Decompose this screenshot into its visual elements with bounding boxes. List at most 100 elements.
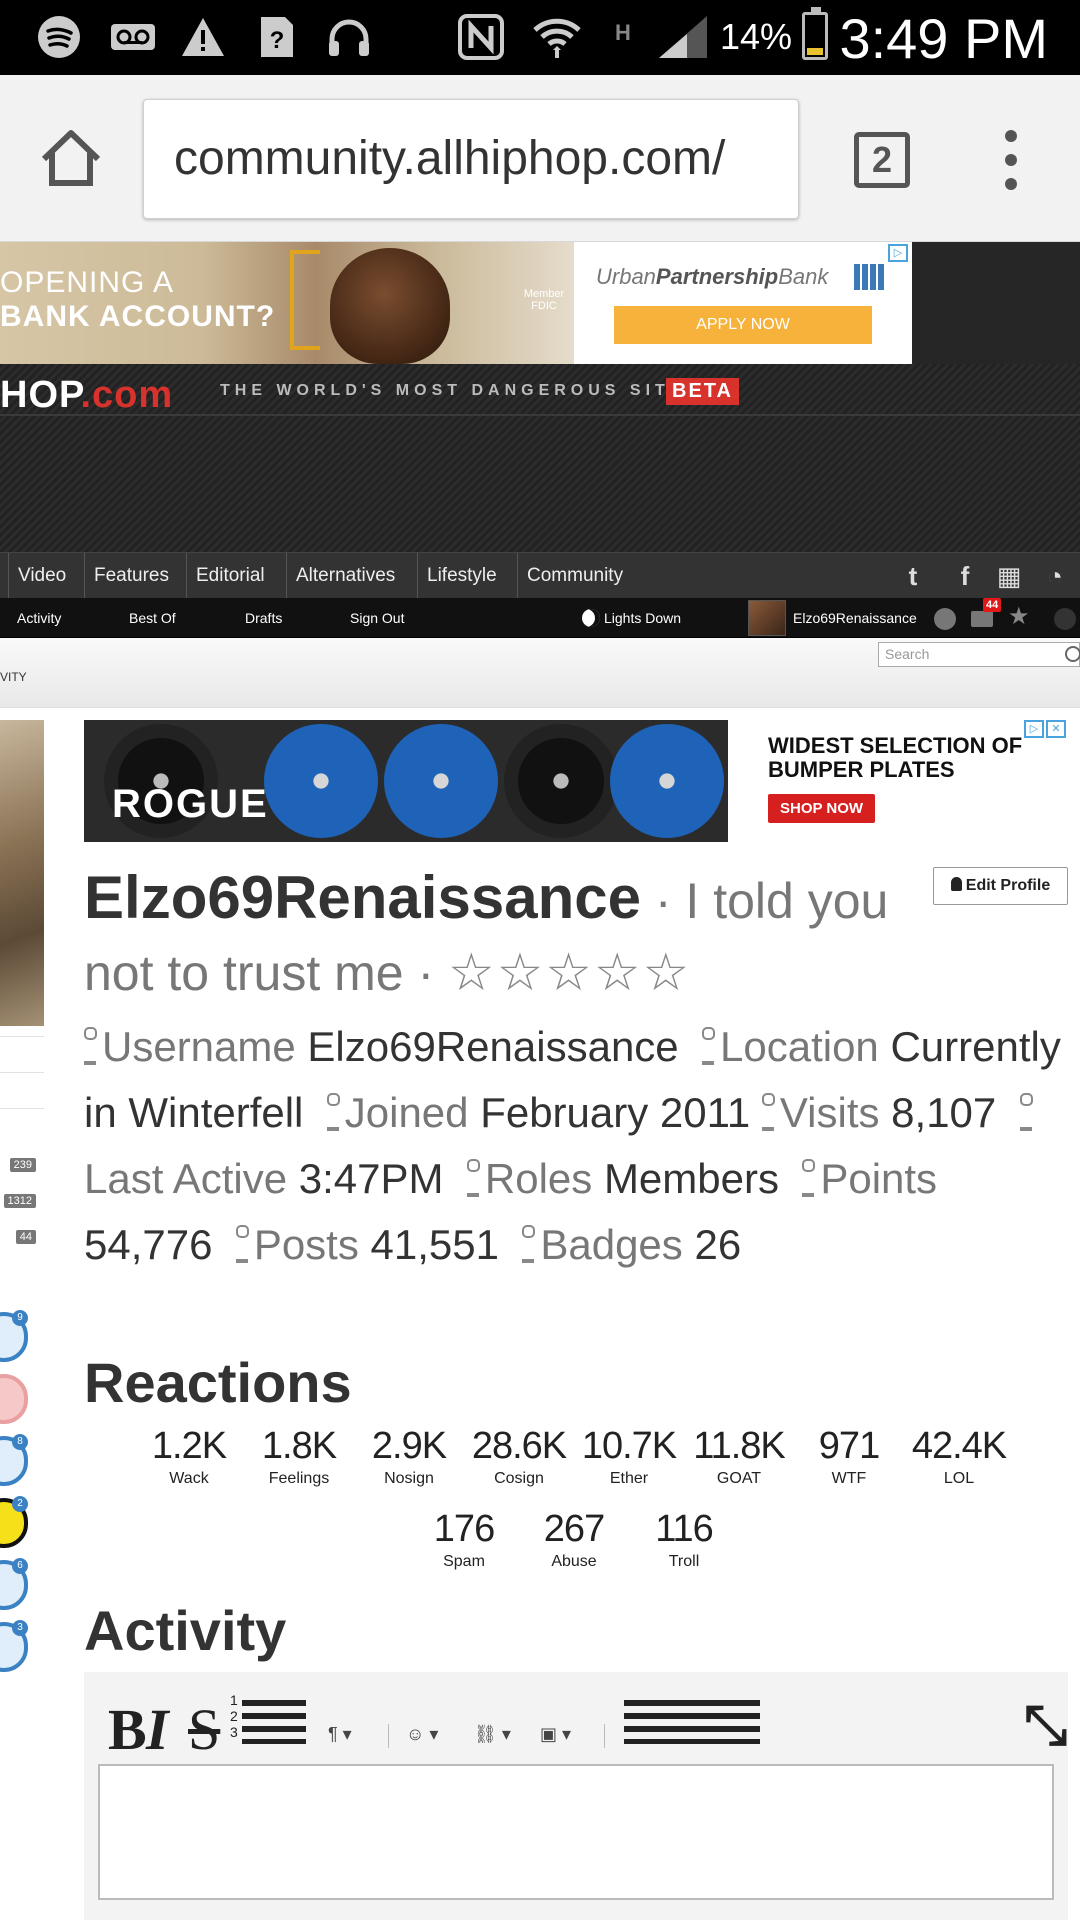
visits-icon xyxy=(761,1091,776,1131)
nav-community[interactable]: Community xyxy=(517,553,632,599)
points-label: Points xyxy=(820,1155,938,1202)
reactions-list: 1.2K Wack 1.8K Feelings 2.9K Nosign 28.6K Cosig… xyxy=(84,1425,1064,1591)
close-ad-icon[interactable]: ✕ xyxy=(1046,720,1066,738)
edit-profile-button[interactable]: Edit Profile xyxy=(933,867,1068,905)
bulleted-list-icon[interactable] xyxy=(242,1700,306,1744)
expand-icon[interactable]: ⤡ xyxy=(1024,1694,1067,1757)
reaction-label: LOL xyxy=(943,1470,975,1487)
search-input[interactable]: Search xyxy=(878,642,1080,667)
reaction-count: 971 xyxy=(818,1425,880,1467)
h-network-icon: H xyxy=(615,20,631,45)
nav-editorial[interactable]: Editorial xyxy=(186,553,274,599)
badge-icon[interactable]: 3 xyxy=(0,1620,28,1672)
bank-ad-banner[interactable]: OPENING A BANK ACCOUNT? Member FDIC Urba… xyxy=(0,242,1080,364)
search-icon[interactable] xyxy=(1065,646,1080,662)
reaction-wack[interactable]: 1.2K Wack xyxy=(134,1425,244,1488)
bank-ad-panel: UrbanPartnershipBank APPLY NOW xyxy=(574,242,912,364)
emoji-icon[interactable]: ☺ ▾ xyxy=(406,1724,438,1745)
url-bar[interactable]: community.allhiphop.com/ xyxy=(143,99,799,219)
subnav-username[interactable]: Elzo69Renaissance xyxy=(793,598,917,638)
badge-icon[interactable]: 9 xyxy=(0,1310,28,1362)
reaction-label: Wack xyxy=(169,1470,209,1487)
align-icon[interactable] xyxy=(624,1700,760,1744)
clock: 3:49 PM xyxy=(839,7,1048,70)
toolbar-divider xyxy=(388,1724,389,1748)
site-logo[interactable]: HOP.com xyxy=(0,374,173,417)
shop-now-button[interactable]: SHOP NOW xyxy=(768,794,876,823)
subnav-drafts[interactable]: Drafts xyxy=(245,598,282,638)
location-icon xyxy=(702,1025,716,1065)
roles-value: Members xyxy=(603,1155,779,1202)
badge-icon[interactable]: 6 xyxy=(0,1558,28,1610)
reaction-cosign[interactable]: 28.6K Cosign xyxy=(464,1425,574,1488)
reaction-troll[interactable]: 116 Troll xyxy=(629,1508,739,1571)
home-icon[interactable] xyxy=(38,125,104,191)
headphones-icon xyxy=(326,14,372,60)
reaction-label: WTF xyxy=(831,1470,867,1487)
badge-icon[interactable]: 8 xyxy=(0,1434,28,1486)
badge-icon[interactable] xyxy=(0,1374,28,1424)
ad-headline-line1: OPENING A xyxy=(0,266,175,299)
nav-features[interactable]: Features xyxy=(84,553,178,599)
subnav-best-of[interactable]: Best Of xyxy=(129,598,176,638)
reaction-goat[interactable]: 11.8K GOAT xyxy=(684,1425,794,1488)
adchoices-icon[interactable]: ▷ xyxy=(888,244,908,262)
rogue-ad-banner[interactable]: ROGUE WIDEST SELECTION OF BUMPER PLATES S… xyxy=(84,720,1068,842)
gear-icon[interactable] xyxy=(1054,608,1076,630)
strikethrough-button[interactable]: S xyxy=(188,1696,220,1763)
reaction-wtf[interactable]: 971 WTF xyxy=(794,1425,904,1488)
facebook-icon[interactable]: f xyxy=(950,561,980,591)
badge-icon[interactable]: 2 xyxy=(0,1496,28,1548)
reaction-feelings[interactable]: 1.8K Feelings xyxy=(244,1425,354,1488)
main-nav: Video Features Editorial Alternatives Li… xyxy=(0,552,1080,599)
link-icon[interactable]: ⛓ ▾ xyxy=(474,1724,511,1745)
myspace-icon[interactable]: ▦ xyxy=(994,561,1024,591)
reaction-nosign[interactable]: 2.9K Nosign xyxy=(354,1425,464,1488)
reaction-lol[interactable]: 42.4K LOL xyxy=(904,1425,1014,1488)
plate-image xyxy=(504,724,618,838)
reaction-count: 116 xyxy=(655,1508,714,1550)
image-icon[interactable]: ▣ ▾ xyxy=(540,1724,571,1745)
nav-lifestyle[interactable]: Lifestyle xyxy=(417,553,506,599)
rss-icon[interactable]: ◔ xyxy=(1040,561,1070,591)
nav-video[interactable]: Video xyxy=(8,553,75,599)
ordered-list-icon[interactable]: 1 2 3 xyxy=(230,1692,240,1740)
toolbar-divider xyxy=(604,1724,605,1748)
search-placeholder: Search xyxy=(885,646,930,662)
sidebar-divider xyxy=(0,1108,44,1109)
reaction-label: Feelings xyxy=(268,1470,330,1487)
reaction-spam[interactable]: 176 Spam xyxy=(409,1508,519,1571)
paragraph-format-icon[interactable]: ¶ ▾ xyxy=(328,1724,352,1745)
reaction-ether[interactable]: 10.7K Ether xyxy=(574,1425,684,1488)
reaction-abuse[interactable]: 267 Abuse xyxy=(519,1508,629,1571)
twitter-icon[interactable]: t xyxy=(898,561,928,591)
lights-down-toggle[interactable]: Lights Down xyxy=(582,598,681,638)
globe-icon[interactable] xyxy=(934,608,956,630)
bold-button[interactable]: B xyxy=(108,1696,147,1763)
star-icon[interactable]: ★ xyxy=(1008,602,1030,631)
subnav-activity[interactable]: Activity xyxy=(17,598,61,638)
moon-icon xyxy=(582,609,600,627)
profile-name: Elzo69Renaissance xyxy=(84,864,641,931)
badges-icon xyxy=(522,1223,536,1263)
activity-textarea[interactable] xyxy=(98,1764,1054,1900)
username-value: Elzo69Renaissance xyxy=(307,1023,679,1070)
ad-person-image xyxy=(330,248,450,364)
adchoices-icon[interactable]: ▷ xyxy=(1024,720,1044,738)
roles-label: Roles xyxy=(484,1155,593,1202)
site-tagline: THE WORLD'S MOST DANGEROUS SITE xyxy=(220,382,686,399)
apply-now-button[interactable]: APPLY NOW xyxy=(614,306,872,344)
bank-logo-icon xyxy=(854,264,884,290)
rogue-ad-image: ROGUE xyxy=(84,720,728,842)
reaction-count: 42.4K xyxy=(911,1425,1007,1467)
breadcrumb[interactable]: VITY xyxy=(0,670,27,684)
mail-icon[interactable] xyxy=(971,611,993,627)
tab-switcher-button[interactable]: 2 xyxy=(854,132,910,188)
subnav-sign-out[interactable]: Sign Out xyxy=(350,598,404,638)
browser-toolbar: community.allhiphop.com/ 2 xyxy=(0,75,1080,242)
reactions-heading: Reactions xyxy=(84,1351,352,1414)
overflow-menu-icon[interactable] xyxy=(996,130,1026,190)
avatar[interactable] xyxy=(748,600,786,636)
italic-button[interactable]: I xyxy=(146,1696,169,1763)
nav-alternatives[interactable]: Alternatives xyxy=(286,553,404,599)
